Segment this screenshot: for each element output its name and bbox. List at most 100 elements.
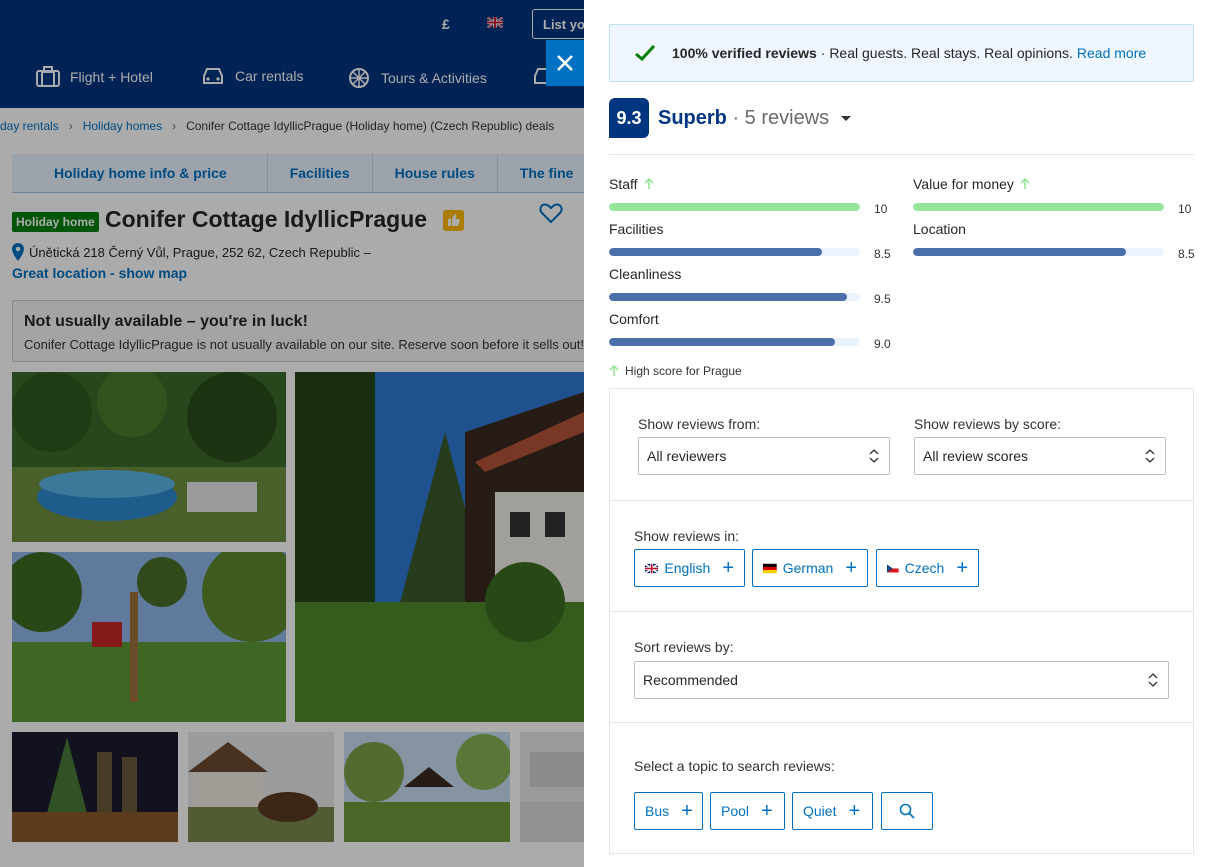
sort-label: Sort reviews by: [634, 639, 734, 655]
category-label: Comfort [609, 311, 894, 327]
review-category: Value for money 10 [913, 176, 1198, 216]
select-arrows-icon [1145, 449, 1155, 463]
language-chip-german[interactable]: German + [752, 549, 868, 587]
score-select-value: All review scores [923, 448, 1029, 464]
search-icon [899, 803, 915, 819]
verified-title: 100% verified reviews [672, 45, 817, 61]
score-bar-track [913, 203, 1164, 211]
topic-chip-bus[interactable]: Bus + [634, 792, 703, 830]
category-name: Value for money [913, 176, 1014, 192]
category-score: 9.5 [874, 292, 891, 306]
score-bar-fill [609, 338, 835, 346]
score-bar-track [913, 248, 1164, 256]
filter-section-sort: Sort reviews by: Recommended [610, 611, 1193, 722]
plus-icon: + [761, 800, 773, 822]
select-arrows-icon [869, 449, 879, 463]
category-bar-row: 10 [913, 198, 1198, 216]
category-label: Facilities [609, 221, 894, 237]
category-name: Facilities [609, 221, 664, 237]
filter-section-language: Show reviews in: English + German + Czec… [610, 500, 1193, 611]
chip-label: Czech [904, 560, 945, 576]
language-filter-label: Show reviews in: [634, 528, 740, 544]
sort-select-value: Recommended [643, 672, 738, 688]
score-bar-fill [913, 203, 1164, 211]
plus-icon: + [956, 557, 968, 579]
chip-label: English [664, 560, 711, 576]
chevron-down-icon [840, 116, 851, 122]
review-category: Staff 10 [609, 176, 894, 216]
score-bar-track [609, 248, 860, 256]
score-bar-fill [609, 293, 848, 301]
score-bar-track [609, 338, 860, 346]
high-score-note: High score for Prague [609, 364, 742, 378]
arrow-up-icon [1020, 178, 1030, 189]
category-bar-row: 10 [609, 198, 894, 216]
close-icon [557, 55, 573, 71]
category-bar-row: 9.5 [609, 288, 894, 306]
plus-icon: + [681, 800, 693, 822]
reviews-panel: 100% verified reviews · Real guests. Rea… [584, 0, 1219, 867]
category-name: Staff [609, 176, 638, 192]
verified-text: · Real guests. Real stays. Real opinions… [820, 45, 1073, 61]
score-word: Superb [658, 107, 727, 129]
divider [609, 154, 1194, 155]
arrow-up-icon [643, 178, 654, 189]
language-chip-czech[interactable]: Czech + [876, 549, 979, 587]
category-label: Value for money [913, 176, 1198, 192]
category-label: Staff [609, 176, 894, 192]
score-bar-fill [913, 248, 1127, 256]
category-score: 8.5 [1178, 247, 1195, 261]
chip-label: Quiet [803, 803, 837, 819]
plus-icon: + [722, 557, 734, 579]
category-bar-row: 9.0 [609, 333, 894, 351]
checkmark-icon [635, 45, 655, 62]
reviewers-select-value: All reviewers [647, 448, 727, 464]
topic-search-button[interactable] [881, 792, 933, 830]
filter-section-topics: Select a topic to search reviews: Bus + … [610, 722, 1193, 853]
chip-label: German [782, 560, 834, 576]
chip-label: Pool [721, 803, 750, 819]
chip-label: Bus [645, 803, 670, 819]
score-select[interactable]: All review scores [914, 437, 1166, 475]
review-category: Comfort 9.0 [609, 311, 894, 351]
review-category: Cleanliness 9.5 [609, 266, 894, 306]
plus-icon: + [845, 557, 857, 579]
review-category: Facilities 8.5 [609, 221, 894, 261]
czech-flag-icon [887, 564, 899, 572]
topic-label: Select a topic to search reviews: [634, 758, 835, 774]
arrow-up-icon [609, 365, 619, 376]
score-bar-fill [609, 248, 823, 256]
topic-chip-pool[interactable]: Pool + [710, 792, 785, 830]
category-score: 10 [874, 202, 888, 216]
score-bar-fill [609, 203, 860, 211]
read-more-link[interactable]: Read more [1077, 45, 1146, 61]
close-panel-button[interactable] [546, 40, 584, 86]
topic-chip-quiet[interactable]: Quiet + [792, 792, 873, 830]
category-name: Comfort [609, 311, 659, 327]
score-filter-label: Show reviews by score: [914, 416, 1062, 432]
review-score-summary[interactable]: Superb · 5 reviews [658, 107, 851, 130]
sort-select[interactable]: Recommended [634, 661, 1169, 699]
category-score: 9.0 [874, 337, 891, 351]
high-score-text: High score for Prague [625, 364, 742, 378]
reviewers-filter-label: Show reviews from: [638, 416, 761, 432]
verified-reviews-banner: 100% verified reviews · Real guests. Rea… [609, 24, 1194, 82]
reviewers-select[interactable]: All reviewers [638, 437, 890, 475]
category-name: Cleanliness [609, 266, 682, 282]
score-bar-track [609, 203, 860, 211]
category-bar-row: 8.5 [609, 243, 894, 261]
filter-section-from-score: Show reviews from: All reviewers Show re… [610, 389, 1193, 500]
category-name: Location [913, 221, 966, 237]
category-label: Cleanliness [609, 266, 894, 282]
german-flag-icon [763, 563, 777, 573]
category-score: 10 [1178, 202, 1192, 216]
category-score: 8.5 [874, 247, 891, 261]
category-bar-row: 8.5 [913, 243, 1198, 261]
review-category: Location 8.5 [913, 221, 1198, 261]
review-filters: Show reviews from: All reviewers Show re… [609, 388, 1194, 854]
uk-flag-icon [645, 562, 659, 574]
score-bar-track [609, 293, 860, 301]
language-chip-english[interactable]: English + [634, 549, 745, 587]
plus-icon: + [848, 800, 861, 822]
category-label: Location [913, 221, 1198, 237]
